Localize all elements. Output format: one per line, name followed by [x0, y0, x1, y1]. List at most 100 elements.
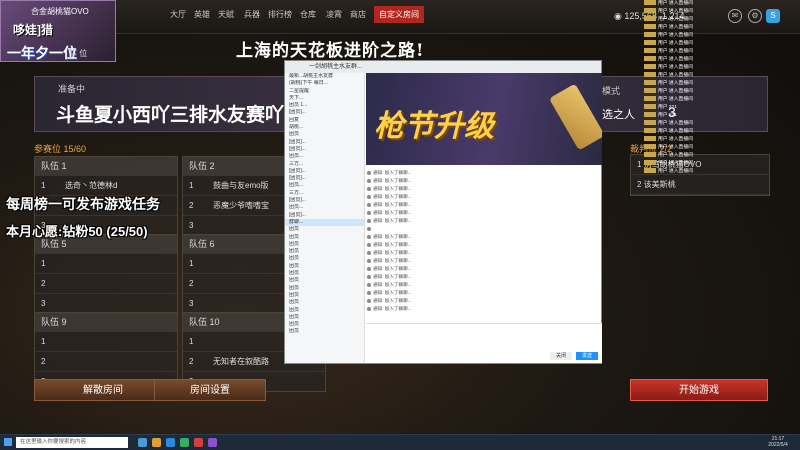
- chat-member-item[interactable]: 团员: [285, 270, 364, 277]
- chat-message: 通知: 加入了群聊...: [367, 185, 599, 193]
- avatar-icon: [367, 258, 371, 263]
- chat-message: 通知: 加入了群聊...: [367, 297, 599, 305]
- taskbar-search-input[interactable]: 在这里输入你要搜索的内容: [16, 437, 128, 448]
- slot-number: 1: [41, 259, 46, 268]
- chat-member-item[interactable]: [团员]...: [285, 146, 364, 153]
- chat-member-item[interactable]: 团员 1...: [285, 102, 364, 109]
- chat-member-item[interactable]: 团员: [285, 292, 364, 299]
- chat-member-item[interactable]: [团员]...: [285, 168, 364, 175]
- team-slot[interactable]: 1: [35, 331, 177, 351]
- chat-input-area[interactable]: 关闭 发送: [366, 323, 602, 363]
- slot-number: 1: [189, 181, 194, 190]
- danmaku-line: 用户 进入直播间: [642, 24, 774, 32]
- avatar-icon: [367, 210, 371, 215]
- avatar-icon: [367, 306, 371, 311]
- chat-message-text: 通知: 加入了群聊...: [373, 258, 412, 263]
- chat-message: 通知: 加入了群聊...: [367, 217, 599, 225]
- chat-member-item[interactable]: 最新...胡桃主水友群: [285, 73, 364, 80]
- slot-number: 1: [41, 337, 46, 346]
- danmaku-line: 用户 321: [642, 104, 774, 112]
- nav-tab[interactable]: 排行榜: [268, 9, 292, 20]
- chat-member-item[interactable]: 团员: [285, 299, 364, 306]
- chat-member-item[interactable]: 三方...: [285, 161, 364, 168]
- nav-tab[interactable]: 仓库: [300, 9, 316, 20]
- chat-member-item[interactable]: 团员: [285, 277, 364, 284]
- chat-member-item[interactable]: 团员...: [285, 182, 364, 189]
- chat-member-item[interactable]: 团员: [285, 307, 364, 314]
- room-settings-button[interactable]: 房间设置: [154, 379, 266, 401]
- promo-banner[interactable]: 枪节升级: [366, 73, 602, 165]
- participant-count: 参赛位 15/60: [34, 142, 86, 155]
- danmaku-text: 用户 进入直播间: [658, 41, 693, 46]
- avatar-icon: [367, 282, 371, 287]
- danmaku-line: 用户 进入直播间: [642, 0, 774, 8]
- chat-member-item[interactable]: 胡桃...: [285, 124, 364, 131]
- fan-badge-icon: [644, 104, 656, 110]
- chat-member-item[interactable]: 天下...: [285, 95, 364, 102]
- fan-badge-icon: [644, 88, 656, 94]
- chat-member-item[interactable]: 团员: [285, 131, 364, 138]
- team-slot[interactable]: 2: [35, 351, 177, 371]
- chat-message: 通知: 加入了群聊...: [367, 241, 599, 249]
- danmaku-text: 用户 321: [658, 113, 677, 118]
- nav-tab[interactable]: 大厅: [170, 9, 186, 20]
- nav-tab[interactable]: 英雄: [194, 9, 210, 20]
- nav-tab[interactable]: 自定义房间: [374, 6, 424, 23]
- team-slot[interactable]: 2: [35, 273, 177, 293]
- chat-member-item[interactable]: 团员: [285, 234, 364, 241]
- chat-member-item[interactable]: 三方...: [285, 190, 364, 197]
- browser-icon[interactable]: [166, 438, 175, 447]
- nav-tab[interactable]: 商店: [350, 9, 366, 20]
- danmaku-line: 用户 进入直播间: [642, 128, 774, 136]
- chat-member-item[interactable]: 二星提醒: [285, 88, 364, 95]
- game-app-icon[interactable]: [194, 438, 203, 447]
- taskview-icon[interactable]: [138, 438, 147, 447]
- stream-app-icon[interactable]: [208, 438, 217, 447]
- chat-member-item[interactable]: 团员: [285, 248, 364, 255]
- chat-window-title[interactable]: 一剑胡桃主水友群...: [285, 61, 601, 73]
- chat-member-item[interactable]: 回复: [285, 117, 364, 124]
- team-slot[interactable]: 1: [35, 253, 177, 273]
- chat-member-item[interactable]: 团员: [285, 314, 364, 321]
- send-message-button[interactable]: 发送: [576, 352, 598, 360]
- chat-member-item[interactable]: 团员: [285, 321, 364, 328]
- dissolve-room-button[interactable]: 解散房间: [34, 379, 172, 401]
- chat-member-item[interactable]: 团员...: [285, 204, 364, 211]
- chat-member-item[interactable]: 群聊...: [285, 218, 364, 227]
- chat-member-item[interactable]: 团员: [285, 241, 364, 248]
- chat-member-item[interactable]: [团员]...: [285, 197, 364, 204]
- chat-member-item[interactable]: 团员: [285, 285, 364, 292]
- close-chat-button[interactable]: 关闭: [550, 352, 572, 360]
- danmaku-text: 用户 进入直播间: [658, 1, 693, 6]
- chat-member-item[interactable]: 团员: [285, 226, 364, 233]
- chat-app-icon[interactable]: [180, 438, 189, 447]
- chat-member-item[interactable]: [团员]...: [285, 212, 364, 219]
- chat-member-item[interactable]: [团员]...: [285, 109, 364, 116]
- danmaku-line: 用户 进入直播间: [642, 40, 774, 48]
- avatar-icon: [367, 298, 371, 303]
- team-slot[interactable]: 3: [35, 293, 177, 313]
- start-game-button[interactable]: 开始游戏: [630, 379, 768, 401]
- slot-number: 2: [189, 201, 194, 210]
- chat-member-item[interactable]: (胡桃)下午 每日...: [285, 80, 364, 87]
- explorer-icon[interactable]: [152, 438, 161, 447]
- tray-clock[interactable]: 21:17 2022/5/4: [760, 436, 796, 448]
- danmaku-text: 用户 进入直播间: [658, 89, 693, 94]
- chat-member-item[interactable]: 团员: [285, 328, 364, 335]
- danmaku-line: 用户 进入直播间: [642, 160, 774, 168]
- chat-member-item[interactable]: 团员: [285, 255, 364, 262]
- chat-member-item[interactable]: 团员...: [285, 153, 364, 160]
- chat-member-item[interactable]: 团员: [285, 263, 364, 270]
- windows-start-icon[interactable]: [4, 438, 12, 446]
- tray-date: 2022/5/4: [768, 442, 788, 448]
- chat-member-item[interactable]: [团员]...: [285, 175, 364, 182]
- danmaku-text: 用户 进入直播间: [658, 145, 693, 150]
- nav-tab[interactable]: 凌霄: [326, 9, 342, 20]
- chat-message-text: 通知: 加入了群聊...: [373, 250, 412, 255]
- team-slot[interactable]: 1 选奇丶范德林d: [35, 175, 177, 195]
- danmaku-line: 用户 321: [642, 112, 774, 120]
- chat-member-item[interactable]: [团员]...: [285, 139, 364, 146]
- nav-tab[interactable]: 兵器: [244, 9, 260, 20]
- nav-tab[interactable]: 天赋: [218, 9, 234, 20]
- streamer-small-text: 车 位: [69, 49, 88, 58]
